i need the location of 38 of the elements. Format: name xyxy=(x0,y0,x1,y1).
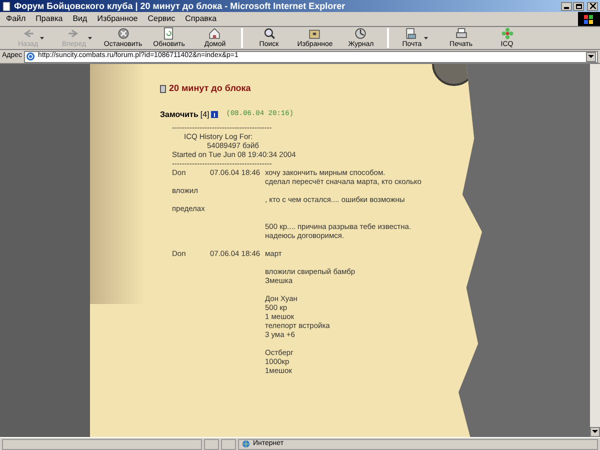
forward-arrow-icon xyxy=(67,27,80,40)
page-icon xyxy=(26,52,36,61)
mail-icon xyxy=(405,27,418,40)
document-icon xyxy=(160,84,166,93)
search-icon xyxy=(262,27,276,40)
caret-icon xyxy=(592,430,598,434)
refresh-icon xyxy=(162,27,176,40)
menu-item[interactable]: Сервис xyxy=(148,13,176,25)
caret-icon[interactable] xyxy=(424,36,428,40)
home-icon xyxy=(208,27,222,40)
caret-icon xyxy=(588,54,594,58)
dropdown-button[interactable] xyxy=(586,52,596,62)
folder-icon xyxy=(308,27,322,40)
scroll-down-button[interactable] xyxy=(590,427,600,437)
printer-icon xyxy=(454,27,468,40)
menu-item[interactable]: Правка xyxy=(36,13,63,25)
info-icon[interactable] xyxy=(211,111,218,118)
close-button[interactable] xyxy=(587,2,598,10)
stop-icon xyxy=(116,27,130,40)
status-pane xyxy=(221,438,236,450)
menu-item[interactable]: Избранное xyxy=(97,13,138,25)
scrollbar[interactable] xyxy=(590,64,600,437)
flower-icon xyxy=(500,27,514,40)
maximize-button[interactable] xyxy=(573,2,584,10)
author-level: [4] xyxy=(200,108,210,120)
back-arrow-icon xyxy=(22,27,34,40)
minimize-button[interactable] xyxy=(561,2,572,10)
page-icon xyxy=(2,2,11,10)
windows-logo-icon xyxy=(578,12,600,26)
window-title: Форум Бойцовского клуба | 20 минут до блока - Microsoft Internet Explorer xyxy=(14,2,346,10)
menu-item[interactable]: Справка xyxy=(185,13,217,25)
author-name[interactable]: Замочить xyxy=(160,108,198,120)
menu-item[interactable]: Файл xyxy=(6,13,26,25)
menu-item[interactable]: Вид xyxy=(72,13,88,25)
globe-icon xyxy=(242,440,250,448)
clock-icon xyxy=(354,27,368,40)
post-title: 20 минут до блока xyxy=(169,82,251,95)
status-pane xyxy=(204,438,219,450)
